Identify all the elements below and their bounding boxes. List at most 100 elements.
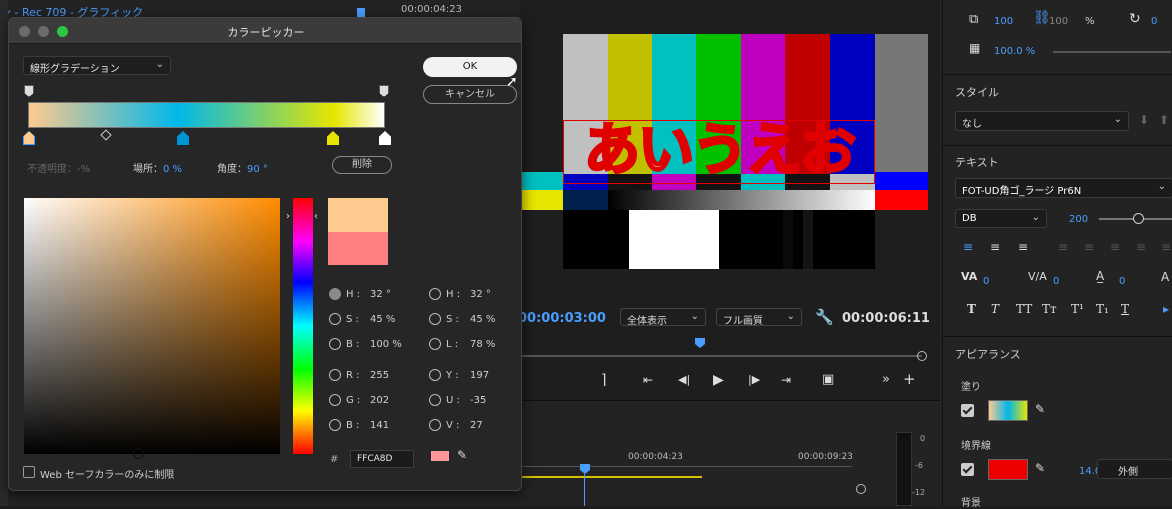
rgb-r-value[interactable]: 255 <box>370 370 389 381</box>
hsl-h-value[interactable]: 32 ° <box>470 289 491 300</box>
font-size-slider-handle[interactable] <box>1133 213 1144 224</box>
hsb-b-value[interactable]: 100 % <box>370 339 402 350</box>
opacity-slider[interactable] <box>1053 51 1171 53</box>
color-stop-white[interactable] <box>379 131 391 145</box>
justify-left-icon[interactable]: ≡ <box>1058 240 1068 254</box>
faux-italic-icon[interactable]: T <box>991 302 999 316</box>
justify-center-icon[interactable]: ≡ <box>1084 240 1094 254</box>
gradient-ramp[interactable] <box>28 102 385 128</box>
opacity-stop-left[interactable] <box>24 85 34 97</box>
leading-value[interactable]: 0 <box>1119 276 1125 287</box>
wrench-icon[interactable]: 🔧 <box>815 308 834 326</box>
align-center-icon[interactable]: ≡ <box>990 240 1000 254</box>
yuv-u-value[interactable]: -35 <box>470 395 486 406</box>
all-caps-icon[interactable]: TT <box>1016 302 1032 316</box>
align-right-icon[interactable]: ≡ <box>1018 240 1028 254</box>
location-value[interactable]: 0 % <box>163 164 182 175</box>
ok-button[interactable]: OK <box>423 57 517 77</box>
quality-dropdown[interactable]: フル画質 ⌄ <box>716 308 802 327</box>
stroke-position-dropdown[interactable]: 外側 <box>1097 459 1172 479</box>
hsb-h-radio[interactable] <box>329 288 341 300</box>
dialog-titlebar[interactable]: カラーピッカー <box>9 18 521 44</box>
faux-bold-icon[interactable]: T <box>967 302 976 316</box>
push-style-icon[interactable]: ⬇ <box>1139 113 1149 127</box>
hsb-s-radio[interactable] <box>329 313 341 325</box>
align-left-icon[interactable]: ≡ <box>963 240 973 254</box>
hue-arrow-right-icon[interactable]: ‹ <box>314 211 318 222</box>
style-dropdown[interactable]: なし ⌄ <box>955 111 1129 131</box>
stroke-checkbox[interactable] <box>961 463 974 476</box>
hex-input[interactable]: FFCA8D <box>350 450 414 468</box>
rgb-r-radio[interactable] <box>329 369 341 381</box>
justify-right-icon[interactable]: ≡ <box>1110 240 1120 254</box>
scrub-bar[interactable] <box>522 355 922 357</box>
yuv-v-value[interactable]: 27 <box>470 420 483 431</box>
tracking-value[interactable]: 0 <box>1053 276 1059 287</box>
midpoint-diamond-icon[interactable] <box>100 129 112 141</box>
hsl-s-value[interactable]: 45 % <box>470 314 495 325</box>
hsb-h-value[interactable]: 32 ° <box>370 289 391 300</box>
yuv-u-radio[interactable] <box>429 394 441 406</box>
sync-style-icon[interactable]: ⬆ <box>1159 113 1169 127</box>
yuv-y-value[interactable]: 197 <box>470 370 489 381</box>
hsb-b-radio[interactable] <box>329 338 341 350</box>
timeline-scroll-handle[interactable] <box>856 484 866 494</box>
underline-icon[interactable]: T <box>1121 302 1129 316</box>
export-frame-icon[interactable]: ▣ <box>822 372 834 387</box>
opacity-value[interactable]: 100.0 % <box>994 46 1035 57</box>
scrub-end-handle[interactable] <box>917 351 927 361</box>
current-timecode[interactable]: 00:00:03:00 <box>518 311 606 326</box>
angle-value[interactable]: 90 ° <box>247 164 268 175</box>
step-forward-icon[interactable]: |▶ <box>748 373 760 386</box>
hue-arrow-left-icon[interactable]: › <box>286 211 290 222</box>
color-stop-peach[interactable] <box>23 131 35 145</box>
yuv-v-radio[interactable] <box>429 419 441 431</box>
goto-in-icon[interactable]: ⇤ <box>643 373 653 387</box>
opacity-stop-right[interactable] <box>379 85 389 97</box>
play-icon[interactable]: ▶ <box>713 372 724 388</box>
gradient-type-dropdown[interactable]: 線形グラデーション ⌄ <box>23 56 171 75</box>
more-icon[interactable]: » <box>882 372 890 387</box>
subscript-icon[interactable]: T₁ <box>1096 302 1109 316</box>
justify-all-icon[interactable]: ≡ <box>1136 240 1146 254</box>
fill-eyedropper-icon[interactable]: ✎ <box>1035 402 1045 416</box>
rgb-b-value[interactable]: 141 <box>370 420 389 431</box>
font-weight-dropdown[interactable]: DB ⌄ <box>955 209 1047 228</box>
mark-out-icon[interactable]: ⌉ <box>601 372 606 388</box>
web-safe-checkbox[interactable] <box>23 466 35 478</box>
delete-stop-button[interactable]: 削除 <box>332 156 392 174</box>
color-stop-blue[interactable] <box>177 131 189 145</box>
font-dropdown[interactable]: FOT-UD角ゴ_ラージ Pr6N ⌄ <box>955 178 1172 198</box>
cancel-button[interactable]: キャンセル <box>423 85 517 104</box>
add-button-icon[interactable]: + <box>903 370 916 388</box>
justify-all-2-icon[interactable]: ≡ <box>1161 240 1171 254</box>
saturation-brightness-field[interactable] <box>24 198 280 454</box>
stroke-color-swatch[interactable] <box>988 459 1028 480</box>
hsl-l-radio[interactable] <box>429 338 441 350</box>
stroke-eyedropper-icon[interactable]: ✎ <box>1035 461 1045 475</box>
hsl-s-radio[interactable] <box>429 313 441 325</box>
goto-out-icon[interactable]: ⇥ <box>781 373 791 387</box>
hsl-h-radio[interactable] <box>429 288 441 300</box>
small-caps-icon[interactable]: Tт <box>1042 302 1057 316</box>
work-area-bar[interactable] <box>522 476 702 478</box>
step-back-icon[interactable]: ◀| <box>678 373 690 386</box>
hsb-s-value[interactable]: 45 % <box>370 314 395 325</box>
hue-slider[interactable] <box>293 198 313 454</box>
zoom-dropdown[interactable]: 全体表示 ⌄ <box>620 308 706 327</box>
more-text-icon[interactable]: ▸ <box>1163 302 1169 316</box>
superscript-icon[interactable]: T¹ <box>1071 302 1084 316</box>
timeline-ruler[interactable] <box>522 466 852 467</box>
color-stop-yellow[interactable] <box>327 131 339 145</box>
font-size-value[interactable]: 200 <box>1069 214 1088 225</box>
yuv-y-radio[interactable] <box>429 369 441 381</box>
kerning-value[interactable]: 0 <box>983 276 989 287</box>
old-color-swatch[interactable] <box>328 232 388 265</box>
rgb-b-radio[interactable] <box>329 419 341 431</box>
rgb-g-radio[interactable] <box>329 394 341 406</box>
fill-checkbox[interactable] <box>961 404 974 417</box>
picker-eyedropper-icon[interactable]: ✎ <box>457 448 467 462</box>
rotation-value[interactable]: 0 <box>1151 16 1157 27</box>
sequence-tab[interactable]: ン - Rec 709 - グラフィック <box>0 4 300 18</box>
rgb-g-value[interactable]: 202 <box>370 395 389 406</box>
